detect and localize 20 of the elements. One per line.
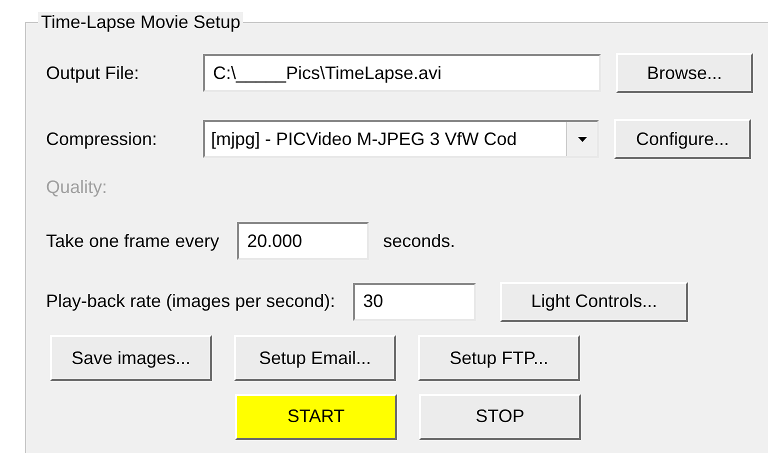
setup-button[interactable]: Save images... [50, 335, 212, 381]
browse-button[interactable]: Browse... [616, 53, 753, 93]
output-file-label: Output File: [46, 62, 140, 84]
compression-dropdown[interactable]: [mjpg] - PICVideo M-JPEG 3 VfW Cod [203, 120, 599, 158]
configure-button[interactable]: Configure... [614, 119, 751, 159]
interval-label: Take one frame every [46, 230, 220, 252]
group-title: Time-Lapse Movie Setup [38, 12, 244, 32]
stop-button[interactable]: STOP [419, 394, 581, 440]
dropdown-arrow-icon [578, 136, 586, 142]
setup-button[interactable]: Setup FTP... [418, 335, 580, 381]
light-controls-button[interactable]: Light Controls... [500, 282, 688, 322]
seconds-label: seconds. [383, 230, 456, 252]
playback-rate-field[interactable]: 30 [353, 282, 476, 320]
compression-label: Compression: [46, 128, 158, 150]
output-file-field[interactable]: C:\_____Pics\TimeLapse.avi [203, 54, 601, 92]
setup-button[interactable]: Setup Email... [234, 335, 396, 381]
playback-rate-label: Play-back rate (images per second): [46, 291, 336, 312]
quality-label: Quality: [46, 176, 108, 198]
interval-field[interactable]: 20.000 [237, 222, 370, 260]
start-button[interactable]: START [235, 394, 397, 440]
